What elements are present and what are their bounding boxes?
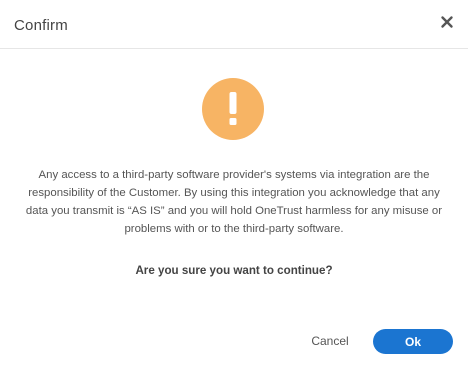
confirm-dialog: Confirm Any access to a third-party soft… xyxy=(0,0,468,369)
dialog-title: Confirm xyxy=(14,17,68,34)
confirm-question: Are you sure you want to continue? xyxy=(135,264,333,277)
exclamation-icon xyxy=(202,78,264,140)
ok-button[interactable]: Ok xyxy=(373,329,453,354)
close-icon[interactable] xyxy=(439,14,455,30)
cancel-button[interactable]: Cancel xyxy=(300,332,360,350)
dialog-message: Any access to a third-party software pro… xyxy=(25,169,443,235)
dialog-header: Confirm xyxy=(0,0,468,49)
